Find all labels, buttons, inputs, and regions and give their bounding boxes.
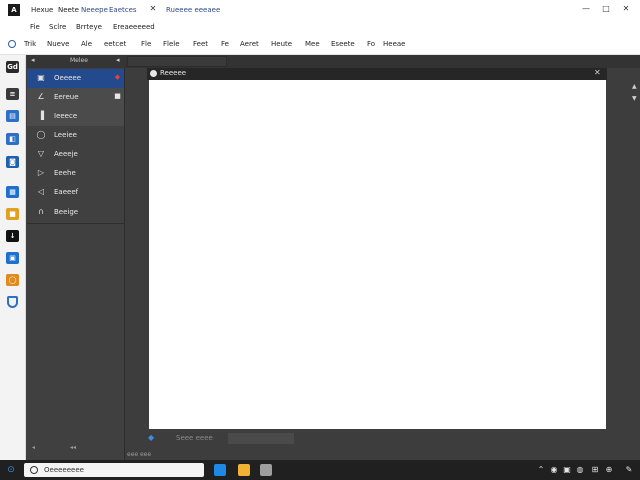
item-icon: ◯ <box>36 130 46 139</box>
panel-item-7[interactable]: ◁ Eaeeef <box>27 183 124 202</box>
title-tab-2[interactable]: Neete <box>58 5 79 15</box>
item-label: Eaeeef <box>54 188 79 196</box>
tray-chevron-icon[interactable]: ⌃ <box>536 465 546 474</box>
item-icon: ▽ <box>37 149 45 158</box>
collapse-arrow-icon[interactable]: ◂ <box>31 56 35 64</box>
menu-item-7[interactable]: Feet <box>193 39 208 49</box>
taskbar-search-text: Oeeeeeeee <box>44 466 84 474</box>
calendar-icon[interactable]: Gd <box>6 61 19 73</box>
item-icon: ▣ <box>37 73 45 82</box>
alert-badge-icon: ◆ <box>114 73 121 81</box>
status-text: Seee eeee <box>176 434 213 442</box>
item-label: Ieeece <box>54 112 78 120</box>
tray-windows-icon[interactable]: ⊞ <box>590 465 600 474</box>
document-header <box>147 68 607 80</box>
menu-item-12[interactable]: Eseete <box>331 39 355 49</box>
item-label: Oeeeee <box>54 74 82 82</box>
start-button[interactable]: ⊙ <box>6 465 16 475</box>
package-icon[interactable]: ◯ <box>6 274 19 286</box>
panel-menu-icon[interactable]: ◂ <box>116 56 120 64</box>
menu-item-3[interactable]: Ale <box>81 39 92 49</box>
mail-icon[interactable]: ◧ <box>6 133 19 145</box>
browser-icon[interactable]: ▤ <box>6 110 19 122</box>
minimize-button[interactable]: — <box>580 3 592 15</box>
panel-footer-nav[interactable]: ◂◂ <box>70 444 76 451</box>
scroll-down-icon[interactable]: ▼ <box>632 96 638 102</box>
taskbar-app-folder-icon[interactable] <box>238 464 250 476</box>
item-label: Eeehe <box>54 169 76 177</box>
item-label: Beeige <box>54 208 79 216</box>
panel-item-6[interactable]: ▷ Eeehe <box>27 164 124 183</box>
item-label: Eereue <box>54 93 79 101</box>
panel-item-5[interactable]: ▽ Aeeeje <box>27 145 124 164</box>
menu-item-9[interactable]: Aeret <box>240 39 259 49</box>
item-icon: ▷ <box>37 168 45 177</box>
item-label: Leeiee <box>54 131 77 139</box>
item-icon: ∠ <box>37 92 45 101</box>
status-icon: ◆ <box>148 433 155 442</box>
panel-title: Melee <box>70 57 88 64</box>
document-tab[interactable] <box>127 56 227 67</box>
tray-network-icon[interactable]: ◉ <box>549 465 559 474</box>
close-tab-icon[interactable]: ✕ <box>148 4 158 14</box>
tray-pen-icon[interactable]: ✎ <box>624 465 634 474</box>
window-subtitle: Rueeee eeeaee <box>166 6 221 14</box>
tray-volume-icon[interactable]: ◍ <box>575 465 585 474</box>
scroll-up-icon[interactable]: ▲ <box>632 84 638 90</box>
tray-battery-icon[interactable]: ▣ <box>562 465 572 474</box>
menu-item-edit[interactable]: Ereaeeeeed <box>113 22 155 32</box>
menu-item-4[interactable]: eetcet <box>104 39 126 49</box>
close-window-button[interactable]: ✕ <box>620 3 632 15</box>
folder-icon[interactable]: ▦ <box>6 186 19 198</box>
panel-item-3[interactable]: ▐ Ieeece <box>27 107 124 126</box>
status-input[interactable] <box>228 433 294 444</box>
menu-item-5[interactable]: Fle <box>141 39 151 49</box>
panel-footer-arrow[interactable]: ◂ <box>32 444 35 451</box>
menu-item-10[interactable]: Heute <box>271 39 292 49</box>
shield-icon[interactable] <box>7 296 18 308</box>
status-bar <box>147 431 607 445</box>
menu-item-browse[interactable]: Brrteye <box>76 22 102 32</box>
phone-icon[interactable]: ◙ <box>6 156 19 168</box>
panel-item-2[interactable]: ∠ Eereue ■ <box>27 88 124 107</box>
menu-item-select[interactable]: Sclre <box>49 22 66 32</box>
item-label: Aeeeje <box>54 150 78 158</box>
panel-divider <box>27 223 124 224</box>
menu-item-14[interactable]: Heeae <box>383 39 405 49</box>
search-icon[interactable] <box>8 40 16 48</box>
lock-icon: ■ <box>114 92 121 100</box>
vertical-scrollbar[interactable] <box>628 68 640 460</box>
title-tab-1[interactable]: Hexue <box>31 5 53 15</box>
document-canvas[interactable] <box>149 80 606 429</box>
menu-item-file[interactable]: Fie <box>30 22 40 32</box>
taskbar-app-browser-icon[interactable] <box>214 464 226 476</box>
panel-item-1[interactable]: ▣ Oeeeee ◆ <box>27 69 124 88</box>
panel-item-8[interactable]: ∩ Beeige <box>27 203 124 222</box>
item-icon: ▐ <box>37 111 45 120</box>
item-icon: ◁ <box>37 187 45 196</box>
menu-item-8[interactable]: Fe <box>221 39 229 49</box>
panel-item-4[interactable]: ◯ Leeiee <box>27 126 124 145</box>
menu-item-2[interactable]: Nueve <box>47 39 69 49</box>
menu-item-1[interactable]: Trik <box>24 39 36 49</box>
panel-footer-text: eee eee <box>127 451 152 458</box>
document-title: Reeeee <box>160 69 187 77</box>
terminal-icon[interactable]: ↓ <box>6 230 19 242</box>
item-icon: ∩ <box>38 207 44 216</box>
document-icon[interactable]: ≡ <box>6 88 19 100</box>
menu-item-6[interactable]: Flele <box>163 39 180 49</box>
app-logo-icon[interactable]: A <box>8 4 20 16</box>
menu-item-13[interactable]: Fo <box>367 39 375 49</box>
maximize-button[interactable]: □ <box>600 3 612 15</box>
tray-globe-icon[interactable]: ⊕ <box>604 465 614 474</box>
taskbar-app-window-icon[interactable] <box>260 464 272 476</box>
close-document-icon[interactable]: ✕ <box>594 68 601 77</box>
menu-item-11[interactable]: Mee <box>305 39 320 49</box>
title-tab-3[interactable]: Neeepe <box>81 5 108 15</box>
document-icon <box>150 70 157 77</box>
title-tab-4[interactable]: Eaetces <box>109 5 137 15</box>
box-icon[interactable]: ■ <box>6 208 19 220</box>
search-icon <box>30 466 38 474</box>
download-icon[interactable]: ▣ <box>6 252 19 264</box>
